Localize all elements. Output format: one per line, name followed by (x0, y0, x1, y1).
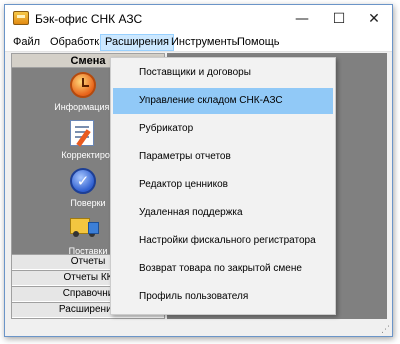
minimize-button[interactable]: — (285, 5, 319, 32)
menu-processing[interactable]: Обработка (50, 35, 105, 50)
close-button[interactable]: ✕ (357, 5, 391, 32)
menu-item-fiscal-settings[interactable]: Настройки фискального регистратора (113, 228, 333, 254)
extensions-dropdown-menu: Поставщики и договоры Управление складом… (110, 57, 336, 315)
app-icon (13, 11, 29, 25)
truck-icon (70, 216, 99, 244)
menu-tools[interactable]: Инструменты (171, 35, 240, 50)
app-window: Бэк-офис СНК АЗС — ☐ ✕ Файл Обработка Ра… (4, 4, 393, 337)
menu-item-user-profile[interactable]: Профиль пользователя (113, 284, 333, 310)
menu-file[interactable]: Файл (13, 35, 40, 50)
menu-item-suppliers[interactable]: Поставщики и договоры (113, 60, 333, 86)
menu-item-price-tag-editor[interactable]: Редактор ценников (113, 172, 333, 198)
menu-item-return-goods[interactable]: Возврат товара по закрытой смене (113, 256, 333, 282)
pencil-edit-icon (70, 120, 98, 148)
window-title: Бэк-офис СНК АЗС (35, 12, 143, 26)
menu-item-rubricator[interactable]: Рубрикатор (113, 116, 333, 142)
menu-item-warehouse[interactable]: Управление складом СНК-АЗС (113, 88, 333, 114)
status-bar: ⋰ (5, 321, 392, 336)
checkmark-icon: ✓ (70, 168, 98, 196)
menu-bar: Файл Обработка Расширения Инструменты По… (5, 32, 392, 52)
maximize-button[interactable]: ☐ (322, 5, 356, 32)
menu-item-report-params[interactable]: Параметры отчетов (113, 144, 333, 170)
menu-extensions[interactable]: Расширения (100, 34, 174, 51)
title-bar[interactable]: Бэк-офис СНК АЗС — ☐ ✕ (5, 5, 392, 32)
clock-icon (70, 72, 98, 100)
resize-grip-icon[interactable]: ⋰ (381, 325, 390, 335)
menu-item-remote-support[interactable]: Удаленная поддержка (113, 200, 333, 226)
menu-help[interactable]: Помощь (237, 35, 280, 50)
